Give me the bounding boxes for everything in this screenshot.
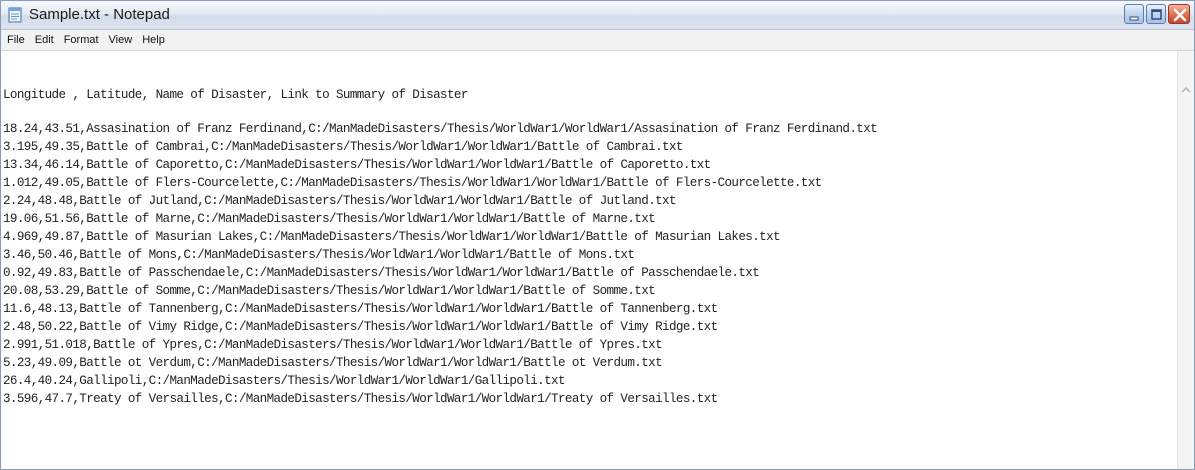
menu-file[interactable]: File [1,30,30,50]
list-item: 26.4,40.24,Gallipoli,C:/ManMadeDisasters… [3,374,566,388]
close-icon [1173,8,1187,22]
menu-edit[interactable]: Edit [30,30,59,50]
list-item: 3.596,47.7,Treaty of Versailles,C:/ManMa… [3,392,718,406]
list-item: 0.92,49.83,Battle of Passchendaele,C:/Ma… [3,266,760,280]
notepad-window: Sample.txt - Notepad File Edit Format Vi… [0,0,1195,470]
text-editor[interactable]: Longitude , Latitude, Name of Disaster, … [1,51,1178,469]
menu-view[interactable]: View [104,30,138,50]
header-line: Longitude , Latitude, Name of Disaster, … [3,88,468,102]
list-item: 3.46,50.46,Battle of Mons,C:/ManMadeDisa… [3,248,635,262]
list-item: 5.23,49.09,Battle ot Verdum,C:/ManMadeDi… [3,356,663,370]
window-title: Sample.txt - Notepad [29,6,170,23]
menu-format[interactable]: Format [59,30,104,50]
list-item: 19.06,51.56,Battle of Marne,C:/ManMadeDi… [3,212,656,226]
vertical-scrollbar[interactable] [1177,51,1194,469]
title-bar[interactable]: Sample.txt - Notepad [1,1,1194,30]
list-item: 3.195,49.35,Battle of Cambrai,C:/ManMade… [3,140,683,154]
scroll-up-arrow-icon[interactable] [1178,82,1194,98]
list-item: 2.48,50.22,Battle of Vimy Ridge,C:/ManMa… [3,320,718,334]
list-item: 11.6,48.13,Battle of Tannenberg,C:/ManMa… [3,302,718,316]
list-item: 2.991,51.018,Battle of Ypres,C:/ManMadeD… [3,338,663,352]
close-button[interactable] [1168,4,1190,24]
list-item: 13.34,46.14,Battle of Caporetto,C:/ManMa… [3,158,711,172]
list-item: 1.012,49.05,Battle of Flers-Courcelette,… [3,176,822,190]
maximize-icon [1151,9,1162,20]
maximize-button[interactable] [1146,4,1166,24]
menu-bar: File Edit Format View Help [1,30,1194,51]
list-item: 20.08,53.29,Battle of Somme,C:/ManMadeDi… [3,284,656,298]
list-item: 2.24,48.48,Battle of Jutland,C:/ManMadeD… [3,194,677,208]
list-item: 4.969,49.87,Battle of Masurian Lakes,C:/… [3,230,781,244]
minimize-icon [1129,16,1139,21]
list-item: 18.24,43.51,Assasination of Franz Ferdin… [3,122,878,136]
notepad-icon[interactable] [7,7,23,23]
caption-buttons [1124,4,1190,26]
minimize-button[interactable] [1124,4,1144,24]
menu-help[interactable]: Help [137,30,170,50]
